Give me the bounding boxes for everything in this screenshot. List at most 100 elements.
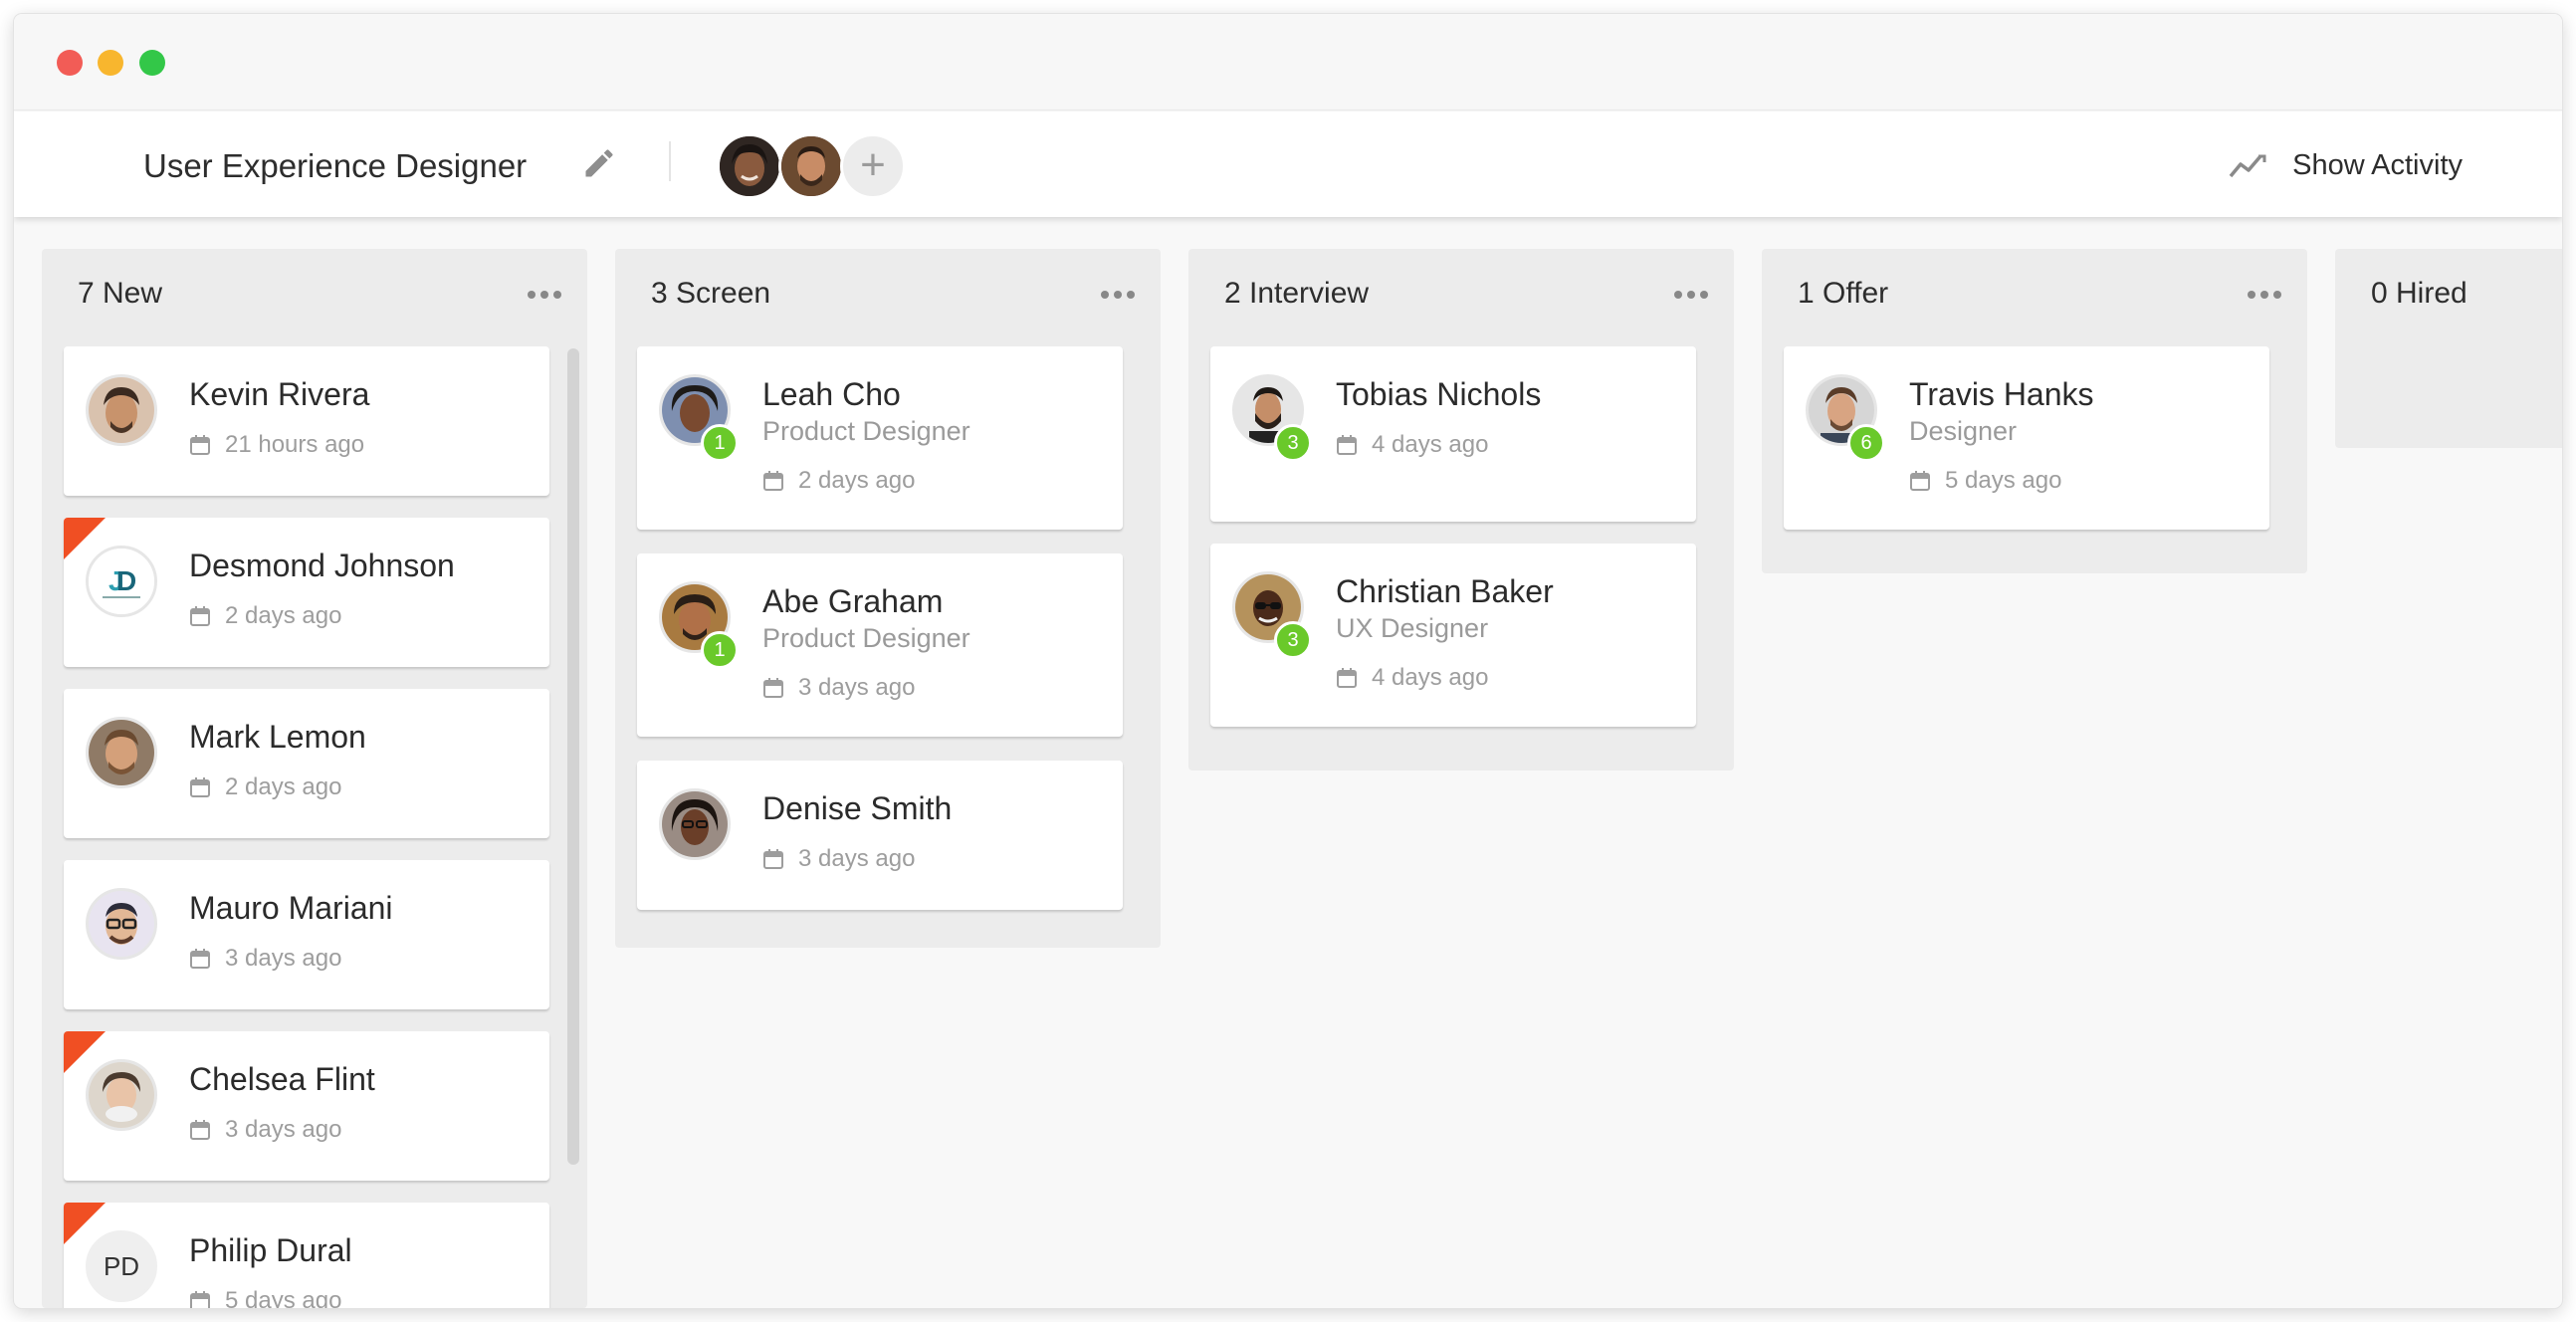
candidate-name: Christian Baker bbox=[1336, 573, 1554, 609]
candidate-time-label: 5 days ago bbox=[225, 1287, 342, 1308]
badge-count: 3 bbox=[1274, 424, 1312, 462]
minimize-window-button[interactable] bbox=[98, 50, 123, 76]
column-offer: 1 Offer 6 Travis Hanks Designer 5 days a… bbox=[1762, 249, 2307, 573]
candidate-time: 3 days ago bbox=[189, 1115, 341, 1145]
column-interview: 2 Interview 3 Tobias Nichols 4 days ago … bbox=[1188, 249, 1734, 771]
candidate-card[interactable]: 1 Abe Graham Product Designer 3 days ago bbox=[637, 553, 1123, 737]
maximize-window-button[interactable] bbox=[139, 50, 165, 76]
candidate-card[interactable]: 1 Leah Cho Product Designer 2 days ago bbox=[637, 346, 1123, 530]
candidate-role: Product Designer bbox=[762, 416, 970, 446]
candidate-name: Leah Cho bbox=[762, 376, 901, 412]
candidate-name: Tobias Nichols bbox=[1336, 376, 1542, 412]
candidate-time-label: 2 days ago bbox=[225, 602, 342, 629]
calendar-icon bbox=[190, 1120, 210, 1140]
column-screen: 3 Screen 1 Leah Cho Product Designer 2 d… bbox=[615, 249, 1161, 948]
header-divider bbox=[669, 141, 671, 181]
show-activity-label: Show Activity bbox=[2292, 148, 2463, 181]
column-hired: 0 Hired bbox=[2335, 249, 2562, 448]
candidate-role: Product Designer bbox=[762, 623, 970, 653]
svg-text:D: D bbox=[116, 565, 136, 596]
candidate-avatar bbox=[86, 717, 157, 788]
candidate-time-label: 3 days ago bbox=[225, 1116, 342, 1143]
column-title: 3 Screen bbox=[651, 277, 771, 310]
candidate-name: Desmond Johnson bbox=[189, 548, 455, 583]
team-member-avatar[interactable] bbox=[778, 133, 844, 199]
candidate-name: Philip Dural bbox=[189, 1232, 352, 1268]
title-bar bbox=[14, 14, 2562, 110]
column-title: 0 Hired bbox=[2371, 277, 2468, 310]
candidate-name: Kevin Rivera bbox=[189, 376, 370, 412]
candidate-time: 2 days ago bbox=[762, 466, 915, 496]
candidate-card[interactable]: 6 Travis Hanks Designer 5 days ago bbox=[1784, 346, 2269, 530]
candidate-avatar bbox=[86, 888, 157, 960]
column-new: 7 New Kevin Rivera 21 hours ago JD Desmo… bbox=[42, 249, 587, 1308]
badge-count: 1 bbox=[701, 424, 739, 462]
candidate-time: 5 days ago bbox=[1909, 466, 2061, 496]
column-scrollbar[interactable] bbox=[567, 348, 579, 1165]
job-header: User Experience Designer + Show Activity bbox=[14, 111, 2562, 217]
candidate-time: 2 days ago bbox=[189, 601, 341, 631]
pencil-icon[interactable] bbox=[581, 145, 617, 181]
app-window: User Experience Designer + Show Activity… bbox=[14, 14, 2562, 1308]
candidate-time-label: 4 days ago bbox=[1372, 431, 1489, 458]
candidate-time-label: 3 days ago bbox=[798, 674, 916, 701]
candidate-card[interactable]: Kevin Rivera 21 hours ago bbox=[64, 346, 549, 496]
calendar-icon bbox=[763, 849, 783, 869]
candidate-time-label: 21 hours ago bbox=[225, 431, 365, 458]
candidate-time: 4 days ago bbox=[1336, 663, 1488, 693]
candidate-time-label: 2 days ago bbox=[225, 773, 342, 800]
more-dots-icon[interactable] bbox=[528, 291, 561, 301]
show-activity-button[interactable]: Show Activity bbox=[2229, 145, 2463, 185]
team-member-avatar[interactable] bbox=[717, 133, 782, 199]
close-window-button[interactable] bbox=[57, 50, 83, 76]
candidate-time-label: 2 days ago bbox=[798, 467, 916, 494]
candidate-time: 2 days ago bbox=[189, 772, 341, 802]
add-member-button[interactable]: + bbox=[840, 133, 906, 199]
activity-trend-icon bbox=[2229, 154, 2266, 178]
candidate-card[interactable]: 3 Christian Baker UX Designer 4 days ago bbox=[1210, 544, 1696, 727]
calendar-icon bbox=[1337, 668, 1357, 688]
candidate-card[interactable]: JD Desmond Johnson 2 days ago bbox=[64, 518, 549, 667]
candidate-time: 21 hours ago bbox=[189, 430, 364, 460]
candidate-avatar bbox=[659, 788, 731, 860]
candidate-time-label: 5 days ago bbox=[1945, 467, 2062, 494]
badge-count: 1 bbox=[701, 631, 739, 669]
candidate-time: 3 days ago bbox=[762, 673, 915, 703]
candidate-card[interactable]: Denise Smith 3 days ago bbox=[637, 761, 1123, 910]
candidate-name: Chelsea Flint bbox=[189, 1061, 375, 1097]
more-dots-icon[interactable] bbox=[2248, 291, 2281, 301]
candidate-time: 3 days ago bbox=[762, 844, 915, 874]
column-title: 2 Interview bbox=[1224, 277, 1370, 310]
candidate-time: 5 days ago bbox=[189, 1286, 341, 1308]
candidate-name: Mauro Mariani bbox=[189, 890, 393, 926]
candidate-role: Designer bbox=[1909, 416, 2018, 446]
candidate-card[interactable]: PD Philip Dural 5 days ago bbox=[64, 1203, 549, 1308]
candidate-name: Abe Graham bbox=[762, 583, 944, 619]
candidate-card[interactable]: 3 Tobias Nichols 4 days ago bbox=[1210, 346, 1696, 522]
calendar-icon bbox=[763, 678, 783, 698]
candidate-name: Travis Hanks bbox=[1909, 376, 2094, 412]
candidate-card[interactable]: Mauro Mariani 3 days ago bbox=[64, 860, 549, 1009]
candidate-name: Denise Smith bbox=[762, 790, 953, 826]
calendar-icon bbox=[190, 1291, 210, 1308]
badge-count: 6 bbox=[1847, 424, 1885, 462]
more-dots-icon[interactable] bbox=[1674, 291, 1708, 301]
candidate-avatar: JD bbox=[86, 546, 157, 617]
candidate-initials-avatar: PD bbox=[86, 1230, 157, 1302]
candidate-card[interactable]: Mark Lemon 2 days ago bbox=[64, 689, 549, 838]
calendar-icon bbox=[190, 949, 210, 969]
calendar-icon bbox=[1337, 435, 1357, 455]
calendar-icon bbox=[190, 435, 210, 455]
calendar-icon bbox=[763, 471, 783, 491]
calendar-icon bbox=[190, 777, 210, 797]
candidate-card[interactable]: Chelsea Flint 3 days ago bbox=[64, 1031, 549, 1181]
candidate-time: 3 days ago bbox=[189, 944, 341, 974]
column-title: 1 Offer bbox=[1798, 277, 1889, 310]
candidate-role: UX Designer bbox=[1336, 613, 1489, 643]
candidate-avatar bbox=[86, 1059, 157, 1131]
more-dots-icon[interactable] bbox=[1101, 291, 1135, 301]
candidate-time: 4 days ago bbox=[1336, 430, 1488, 460]
candidate-name: Mark Lemon bbox=[189, 719, 366, 755]
candidate-time-label: 3 days ago bbox=[225, 945, 342, 972]
candidate-time-label: 3 days ago bbox=[798, 845, 916, 872]
